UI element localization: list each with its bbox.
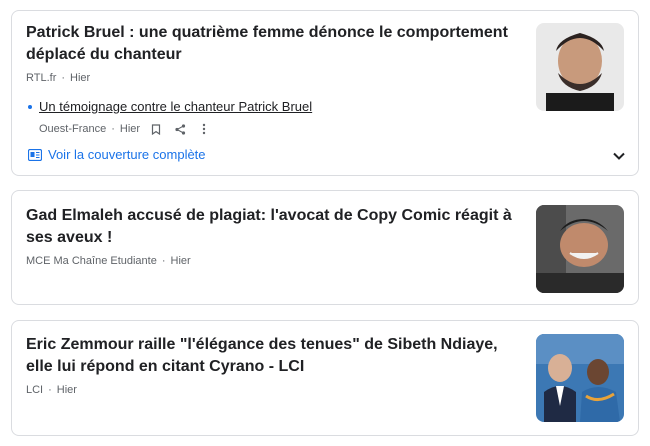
article-meta: MCE Ma Chaîne Etudiante · Hier	[26, 255, 191, 267]
related-article-link[interactable]: Un témoignage contre le chanteur Patrick…	[39, 99, 312, 114]
bookmark-icon[interactable]	[148, 121, 164, 137]
article-source: LCI	[26, 384, 44, 396]
article-thumbnail[interactable]	[536, 23, 624, 111]
news-card-3[interactable]: Eric Zemmour raille "l'élégance des tenu…	[11, 320, 639, 436]
full-coverage-link[interactable]: Voir la couverture complète	[28, 147, 206, 162]
related-bullet	[28, 105, 32, 109]
related-source: Ouest-France	[39, 123, 107, 135]
chevron-down-icon[interactable]	[610, 147, 628, 165]
meta-separator: ·	[161, 255, 166, 267]
share-icon[interactable]	[172, 121, 188, 137]
article-time: Hier	[56, 384, 77, 396]
article-time: Hier	[70, 72, 91, 84]
related-time: Hier	[119, 123, 141, 135]
article-headline[interactable]: Patrick Bruel : une quatrième femme déno…	[26, 22, 516, 66]
meta-separator: ·	[48, 384, 52, 396]
article-headline[interactable]: Eric Zemmour raille "l'élégance des tenu…	[26, 334, 516, 378]
meta-separator: ·	[61, 72, 66, 84]
article-thumbnail[interactable]	[536, 334, 624, 422]
article-thumbnail[interactable]	[536, 205, 624, 293]
article-meta: RTL.fr · Hier	[26, 72, 90, 84]
full-coverage-label: Voir la couverture complète	[48, 147, 206, 162]
news-card-1[interactable]: Patrick Bruel : une quatrième femme déno…	[11, 10, 639, 176]
article-source: RTL.fr	[26, 72, 57, 84]
article-meta: LCI · Hier	[26, 384, 77, 396]
more-vert-icon[interactable]	[196, 121, 212, 137]
article-time: Hier	[170, 255, 191, 267]
article-source: MCE Ma Chaîne Etudiante	[26, 255, 157, 267]
related-article-meta: Ouest-France · Hier	[39, 121, 212, 137]
article-headline[interactable]: Gad Elmaleh accusé de plagiat: l'avocat …	[26, 205, 516, 249]
newspaper-icon	[28, 148, 42, 161]
news-card-2[interactable]: Gad Elmaleh accusé de plagiat: l'avocat …	[11, 190, 639, 305]
meta-separator: ·	[111, 123, 115, 135]
